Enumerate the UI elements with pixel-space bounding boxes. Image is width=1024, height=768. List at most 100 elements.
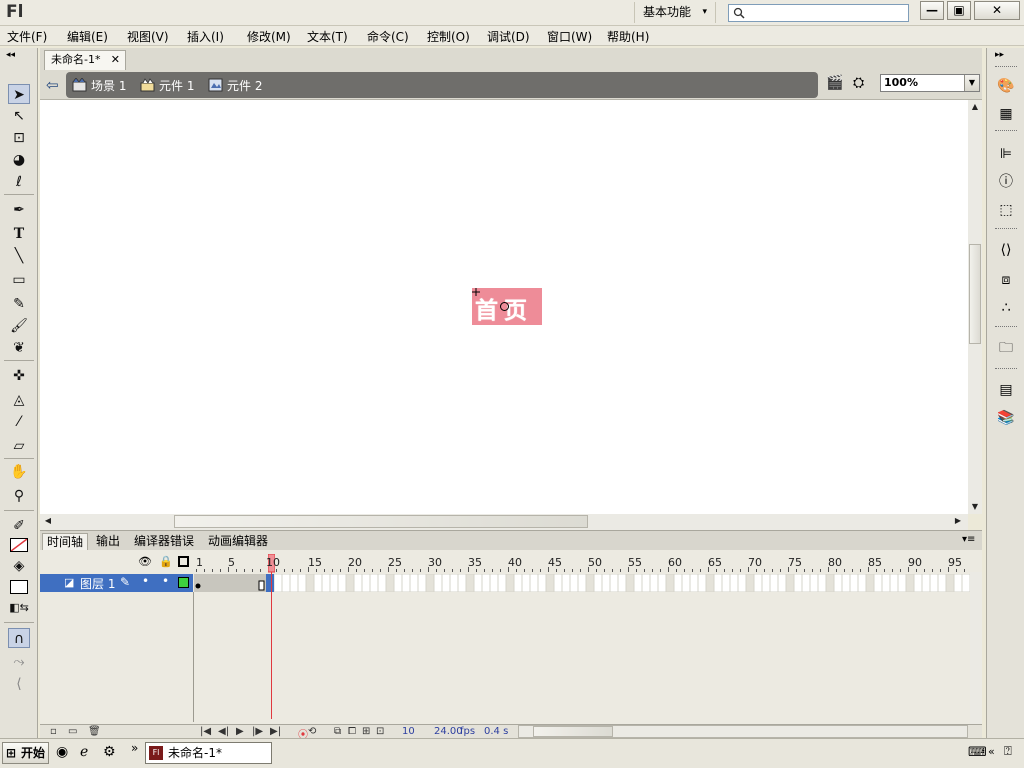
stage-horizontal-scrollbar[interactable]: ◀ ▶ bbox=[40, 514, 968, 530]
frame-cell[interactable] bbox=[401, 573, 411, 593]
horizontal-scroll-thumb[interactable] bbox=[174, 515, 588, 528]
frame-cell[interactable] bbox=[649, 573, 659, 593]
frame-cell[interactable] bbox=[737, 573, 747, 593]
tab-motion-editor[interactable]: 动画编辑器 bbox=[204, 533, 272, 551]
frame-cell[interactable] bbox=[889, 573, 899, 593]
frame-cell[interactable] bbox=[393, 573, 403, 593]
media-player-icon[interactable]: ◉ bbox=[56, 744, 68, 760]
frame-cell[interactable] bbox=[953, 573, 963, 593]
frame-cell[interactable] bbox=[945, 573, 955, 593]
menu-window[interactable]: 窗口(W) bbox=[547, 28, 592, 45]
panel-menu-icon[interactable]: ▾≡ bbox=[962, 534, 975, 545]
layer-lock-dot[interactable]: • bbox=[162, 574, 169, 588]
tab-output[interactable]: 输出 bbox=[92, 533, 124, 551]
frame-cell[interactable] bbox=[385, 573, 395, 593]
frame-cell[interactable] bbox=[425, 573, 435, 593]
frame-cell[interactable] bbox=[721, 573, 731, 593]
layer-row[interactable]: ◪ 图层 1 ✎ • • bbox=[40, 574, 193, 592]
smooth-icon[interactable]: ⤳ bbox=[8, 652, 30, 672]
frame-cell[interactable] bbox=[409, 573, 419, 593]
straighten-icon[interactable]: ⟨ bbox=[8, 674, 30, 694]
menu-control[interactable]: 控制(O) bbox=[427, 28, 470, 45]
fill-color-icon[interactable]: ◈ bbox=[8, 556, 30, 576]
frame-cell[interactable] bbox=[473, 573, 483, 593]
frame-cell[interactable] bbox=[585, 573, 595, 593]
frame-cell[interactable] bbox=[713, 573, 723, 593]
delete-layer-icon[interactable]: 🗑 bbox=[88, 726, 101, 737]
layer-frames[interactable] bbox=[194, 573, 971, 593]
close-tab-icon[interactable]: ✕ bbox=[111, 51, 120, 69]
frame-cell[interactable] bbox=[521, 573, 531, 593]
free-transform-tool-icon[interactable]: ⊡ bbox=[8, 128, 30, 148]
frame-cell[interactable] bbox=[593, 573, 603, 593]
frame-cell[interactable] bbox=[481, 573, 491, 593]
scroll-left-icon[interactable]: ◀ bbox=[42, 516, 54, 525]
rectangle-tool-icon[interactable]: ▭ bbox=[8, 270, 30, 290]
frame-cell[interactable] bbox=[817, 573, 827, 593]
frame-cell[interactable] bbox=[905, 573, 915, 593]
frame-cell[interactable] bbox=[841, 573, 851, 593]
workspace-selector[interactable]: 基本功能 ▾ bbox=[634, 2, 716, 23]
frame-cell[interactable] bbox=[417, 573, 427, 593]
keyboard-tray-icon[interactable]: ⌨ bbox=[968, 745, 987, 760]
tray-expand-icon[interactable]: « bbox=[988, 745, 995, 758]
actions-panel-icon[interactable]: ⟨⟩ bbox=[996, 240, 1016, 260]
onion-markers-icon[interactable]: ⊡ bbox=[376, 726, 384, 737]
zoom-tool-icon[interactable]: ⚲ bbox=[8, 486, 30, 506]
frame-cell[interactable] bbox=[513, 573, 523, 593]
close-button[interactable]: ✕ bbox=[974, 1, 1020, 20]
frame-cell[interactable] bbox=[553, 573, 563, 593]
frame-cell[interactable] bbox=[433, 573, 443, 593]
frame-cell[interactable] bbox=[353, 573, 363, 593]
collapse-panel-icon[interactable]: ◂◂ bbox=[6, 50, 15, 60]
frame-cell[interactable] bbox=[441, 573, 451, 593]
frame-cell[interactable] bbox=[361, 573, 371, 593]
hand-tool-icon[interactable]: ✋ bbox=[8, 462, 30, 482]
frame-cell[interactable] bbox=[681, 573, 691, 593]
layer-outline-color[interactable] bbox=[178, 577, 189, 588]
bone-tool-icon[interactable]: ✜ bbox=[8, 366, 30, 386]
frame-cell[interactable] bbox=[929, 573, 939, 593]
menu-commands[interactable]: 命令(C) bbox=[367, 28, 409, 45]
eyedropper-tool-icon[interactable]: ⁄ bbox=[8, 412, 30, 432]
menu-modify[interactable]: 修改(M) bbox=[247, 28, 291, 45]
start-button[interactable]: ⊞ 开始 bbox=[2, 742, 49, 764]
lock-icon[interactable]: 🔒 bbox=[159, 555, 173, 568]
quick-launch-icon[interactable]: ⚙ bbox=[103, 744, 116, 760]
loop-icon[interactable]: ⟲ bbox=[308, 726, 316, 737]
menu-help[interactable]: 帮助(H) bbox=[607, 28, 649, 45]
frame-cell[interactable] bbox=[849, 573, 859, 593]
frame-cell[interactable] bbox=[793, 573, 803, 593]
frame-cell[interactable] bbox=[449, 573, 459, 593]
frame-cell[interactable] bbox=[865, 573, 875, 593]
menu-edit[interactable]: 编辑(E) bbox=[67, 28, 108, 45]
more-quick-launch-icon[interactable]: » bbox=[131, 741, 138, 755]
color-panel-icon[interactable]: 🎨 bbox=[996, 76, 1016, 96]
frame-cell[interactable] bbox=[273, 573, 283, 593]
frame-cell[interactable] bbox=[561, 573, 571, 593]
frame-cell[interactable] bbox=[689, 573, 699, 593]
vertical-scroll-thumb[interactable] bbox=[969, 244, 981, 344]
frame-cell[interactable] bbox=[537, 573, 547, 593]
properties-panel-icon[interactable]: ▤ bbox=[996, 380, 1016, 400]
library-panel-icon[interactable]: 🗀 bbox=[996, 338, 1016, 358]
pencil-tool-icon[interactable]: ✎ bbox=[8, 294, 30, 314]
back-arrow-icon[interactable]: ⇦ bbox=[46, 76, 59, 94]
frame-cells[interactable] bbox=[194, 573, 971, 593]
onion-outline-icon[interactable]: ⧠ bbox=[348, 726, 356, 737]
minimize-button[interactable]: — bbox=[920, 1, 944, 20]
frame-cell[interactable] bbox=[289, 573, 299, 593]
search-input[interactable] bbox=[749, 5, 907, 21]
motion-presets-icon[interactable]: ∴ bbox=[996, 298, 1016, 318]
menu-file[interactable]: 文件(F) bbox=[7, 28, 47, 45]
last-frame-icon[interactable]: ▶| bbox=[270, 726, 281, 737]
zoom-dropdown[interactable]: 100% ▼ bbox=[880, 74, 980, 92]
subselection-tool-icon[interactable]: ↖ bbox=[8, 106, 30, 126]
components-panel-icon[interactable]: ⧈ bbox=[996, 270, 1016, 290]
frame-cell[interactable] bbox=[857, 573, 867, 593]
edit-multiple-frames-icon[interactable]: ⊞ bbox=[362, 726, 370, 737]
info-panel-icon[interactable]: ⓘ bbox=[996, 172, 1016, 192]
next-frame-icon[interactable]: |▶ bbox=[252, 726, 263, 737]
frame-cell[interactable] bbox=[761, 573, 771, 593]
frame-cell[interactable] bbox=[697, 573, 707, 593]
